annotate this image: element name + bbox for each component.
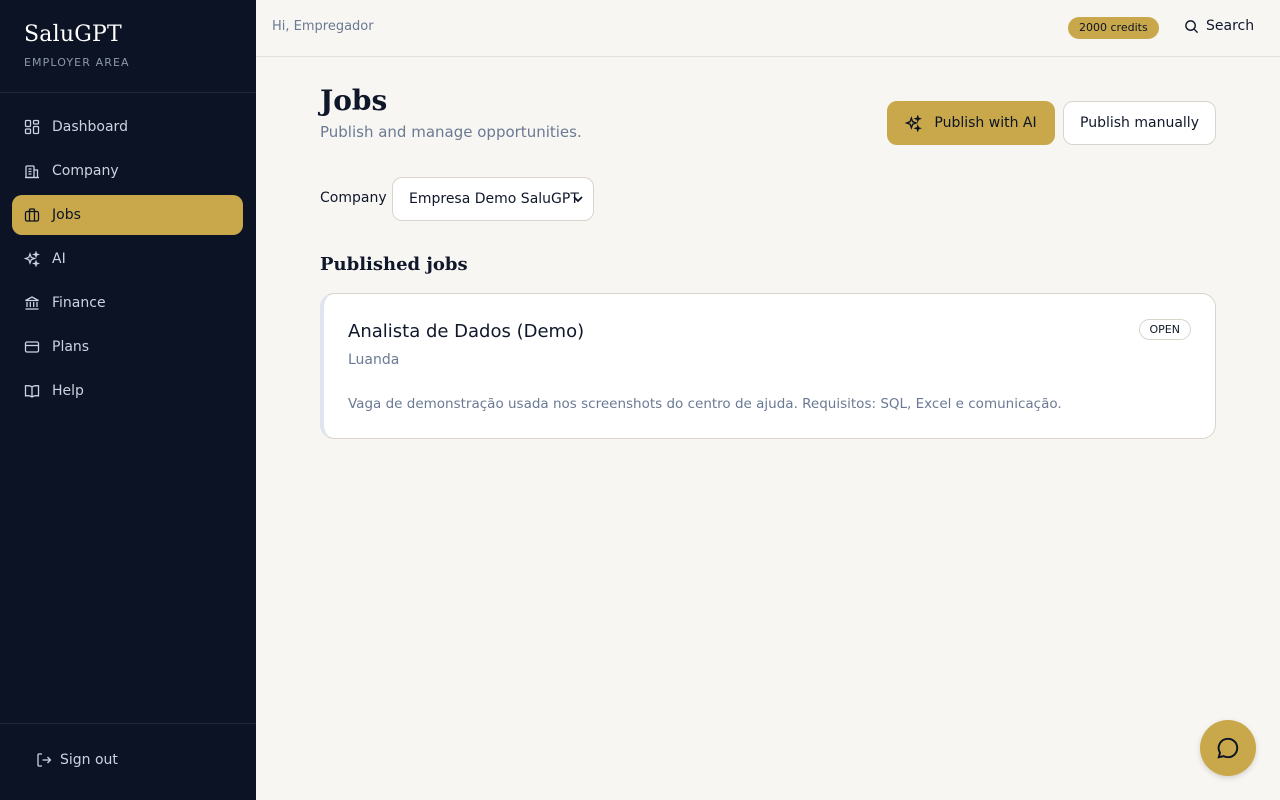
briefcase-icon [24,207,40,223]
sidebar-item-label: Plans [52,339,90,355]
sparkles-icon [905,114,923,132]
sidebar-item-dashboard[interactable]: Dashboard [12,107,243,147]
sidebar-item-label: Help [52,383,84,399]
company-label: Company [320,190,387,206]
credit-card-icon [24,339,40,355]
credits-badge: 2000 credits [1068,17,1159,39]
sidebar-bottom-divider [0,723,256,724]
sidebar-item-jobs[interactable]: Jobs [12,195,243,235]
status-badge: OPEN [1138,319,1191,340]
job-location: Luanda [348,352,400,368]
book-icon [24,383,40,399]
search-button[interactable]: Search [1184,18,1254,34]
chat-bubble-icon [1217,737,1239,759]
bank-icon [24,295,40,311]
section-title: Published jobs [320,254,468,275]
company-select-value: Empresa Demo SaluGPT [409,191,579,207]
sidebar-item-company[interactable]: Company [12,151,243,191]
sidebar-item-plans[interactable]: Plans [12,327,243,367]
sidebar-item-label: Company [52,163,119,179]
sparkles-icon [24,251,40,267]
sidebar-item-finance[interactable]: Finance [12,283,243,323]
sign-out-label: Sign out [60,752,118,768]
sidebar-divider [0,92,256,93]
sidebar-nav: Dashboard Company Jobs AI Finance Plans … [12,107,243,415]
job-description: Vaga de demonstração usada nos screensho… [348,396,1062,412]
chevron-down-icon [573,196,583,203]
sidebar-item-label: AI [52,251,66,267]
building-icon [24,163,40,179]
job-title[interactable]: Analista de Dados (Demo) [348,321,584,342]
brand-name[interactable]: SaluGPT [24,20,130,50]
publish-with-ai-label: Publish with AI [934,115,1037,131]
search-label: Search [1206,18,1255,34]
sidebar-item-label: Dashboard [52,119,128,135]
page-subtitle: Publish and manage opportunities. [320,123,582,141]
greeting: Hi, Empregador [272,19,374,34]
publish-manually-button[interactable]: Publish manually [1063,101,1216,145]
sidebar: SaluGPT EMPLOYER AREA Dashboard Company … [0,0,256,800]
page-title: Jobs [320,84,388,117]
publish-manually-label: Publish manually [1080,115,1199,131]
publish-with-ai-button[interactable]: Publish with AI [887,101,1055,145]
sign-out-button[interactable]: Sign out [36,752,118,768]
chat-button[interactable] [1200,720,1256,776]
sidebar-item-ai[interactable]: AI [12,239,243,279]
job-card[interactable]: Analista de Dados (Demo) Luanda Vaga de … [320,293,1216,439]
grid-icon [24,119,40,135]
sidebar-item-help[interactable]: Help [12,371,243,411]
sidebar-item-label: Finance [52,295,106,311]
brand: SaluGPT EMPLOYER AREA [24,20,130,69]
sign-out-icon [37,753,52,767]
brand-subtitle: EMPLOYER AREA [24,56,130,69]
sidebar-item-label: Jobs [52,207,81,223]
company-select[interactable]: Empresa Demo SaluGPT [392,177,594,221]
topbar: Hi, Empregador 2000 credits Search [256,0,1280,57]
search-icon [1185,19,1199,33]
